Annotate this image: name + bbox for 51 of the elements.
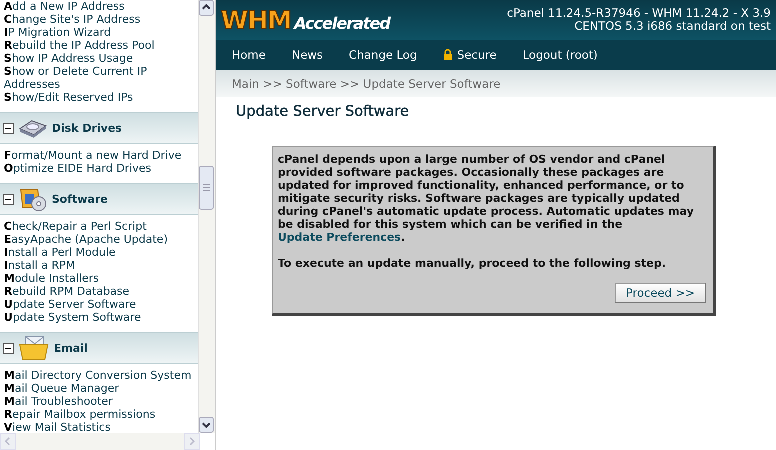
nav-link[interactable]: News bbox=[292, 48, 324, 62]
collapse-icon[interactable] bbox=[3, 122, 14, 134]
proceed-button[interactable]: Proceed >> bbox=[615, 283, 706, 303]
sidebar-link[interactable]: Show IP Address Usage bbox=[4, 52, 194, 65]
sidebar-link[interactable]: Change Site's IP Address bbox=[4, 13, 194, 26]
logo: WHM Accelerated bbox=[221, 6, 390, 34]
sidebar-link[interactable]: Mail Queue Manager bbox=[4, 382, 194, 395]
section-title: Disk Drives bbox=[52, 122, 122, 134]
hard-drive-icon bbox=[18, 118, 48, 138]
sidebar-link[interactable]: Install a RPM bbox=[4, 259, 194, 272]
sidebar-link[interactable]: Repair Mailbox permissions bbox=[4, 408, 194, 421]
lock-icon bbox=[443, 49, 454, 61]
sidebar-link[interactable]: Check/Repair a Perl Script bbox=[4, 220, 194, 233]
scrollbar-thumb[interactable] bbox=[199, 166, 214, 210]
nav-link[interactable]: Change Log bbox=[349, 48, 418, 62]
section-header[interactable]: Disk Drives bbox=[0, 112, 198, 144]
sidebar-link[interactable]: Mail Troubleshooter bbox=[4, 395, 194, 408]
preferences-link[interactable]: Update Preferences bbox=[278, 231, 402, 244]
sidebar-link[interactable]: Format/Mount a new Hard Drive bbox=[4, 149, 194, 162]
version-text: CENTOS 5.3 i686 standard on test bbox=[574, 20, 771, 33]
section-header[interactable]: Software bbox=[0, 183, 198, 215]
sidebar-link[interactable]: EasyApache (Apache Update) bbox=[4, 233, 194, 246]
version-text: cPanel 11.24.5-R37946 - WHM 11.24.2 - X 3.9 bbox=[507, 7, 771, 20]
sidebar-link[interactable]: Module Installers bbox=[4, 272, 194, 285]
page-title: Update Server Software bbox=[236, 104, 410, 120]
sidebar-link[interactable]: Update Server Software bbox=[4, 298, 194, 311]
section-title: Software bbox=[52, 192, 108, 206]
sidebar-link[interactable]: IP Migration Wizard bbox=[4, 26, 194, 39]
sidebar-link[interactable]: Add a New IP Address bbox=[4, 0, 194, 13]
sidebar-link[interactable]: Rebuild the IP Address Pool bbox=[4, 39, 194, 52]
sidebar-link[interactable]: Show/Edit Reserved IPs bbox=[4, 91, 194, 104]
notice-text: cPanel depends upon a large number of OS vendor and cPanel provided software packages. Occasionally these packages are updated for improved functionality, enhanced performance, or to mitigate security risks. Software packages are typically updated during cPanel's automatic update process. Automatic updates may be disabled for this system which can be verified in the Update Preferences. bbox=[278, 153, 696, 244]
breadcrumb: Main >> Software >> Update Server Software bbox=[232, 76, 501, 90]
mail-folder-icon bbox=[18, 335, 50, 361]
instruction-text: To execute an update manually, proceed to the following step. bbox=[278, 257, 668, 270]
nav-link[interactable]: Logout (root) bbox=[522, 48, 598, 62]
nav-link[interactable]: Secure bbox=[443, 48, 497, 62]
section-title: Email bbox=[54, 342, 88, 354]
collapse-icon[interactable] bbox=[3, 194, 14, 204]
vertical-scrollbar[interactable] bbox=[198, 0, 215, 433]
sidebar-link[interactable]: View Mail Statistics bbox=[4, 421, 194, 433]
sidebar-link[interactable]: Update System Software bbox=[4, 311, 194, 324]
sidebar-link[interactable]: Install a Perl Module bbox=[4, 246, 194, 259]
scroll-up-icon[interactable] bbox=[199, 0, 214, 16]
sidebar-link[interactable]: Rebuild RPM Database bbox=[4, 285, 194, 298]
collapse-icon[interactable] bbox=[3, 342, 14, 354]
sidebar-link[interactable]: Optimize EIDE Hard Drives bbox=[4, 162, 194, 175]
scroll-down-icon[interactable] bbox=[199, 417, 214, 433]
sidebar-link[interactable]: Mail Directory Conversion System bbox=[4, 369, 194, 382]
nav-link[interactable]: Home bbox=[232, 48, 266, 62]
section-header[interactable]: Email bbox=[0, 332, 198, 364]
